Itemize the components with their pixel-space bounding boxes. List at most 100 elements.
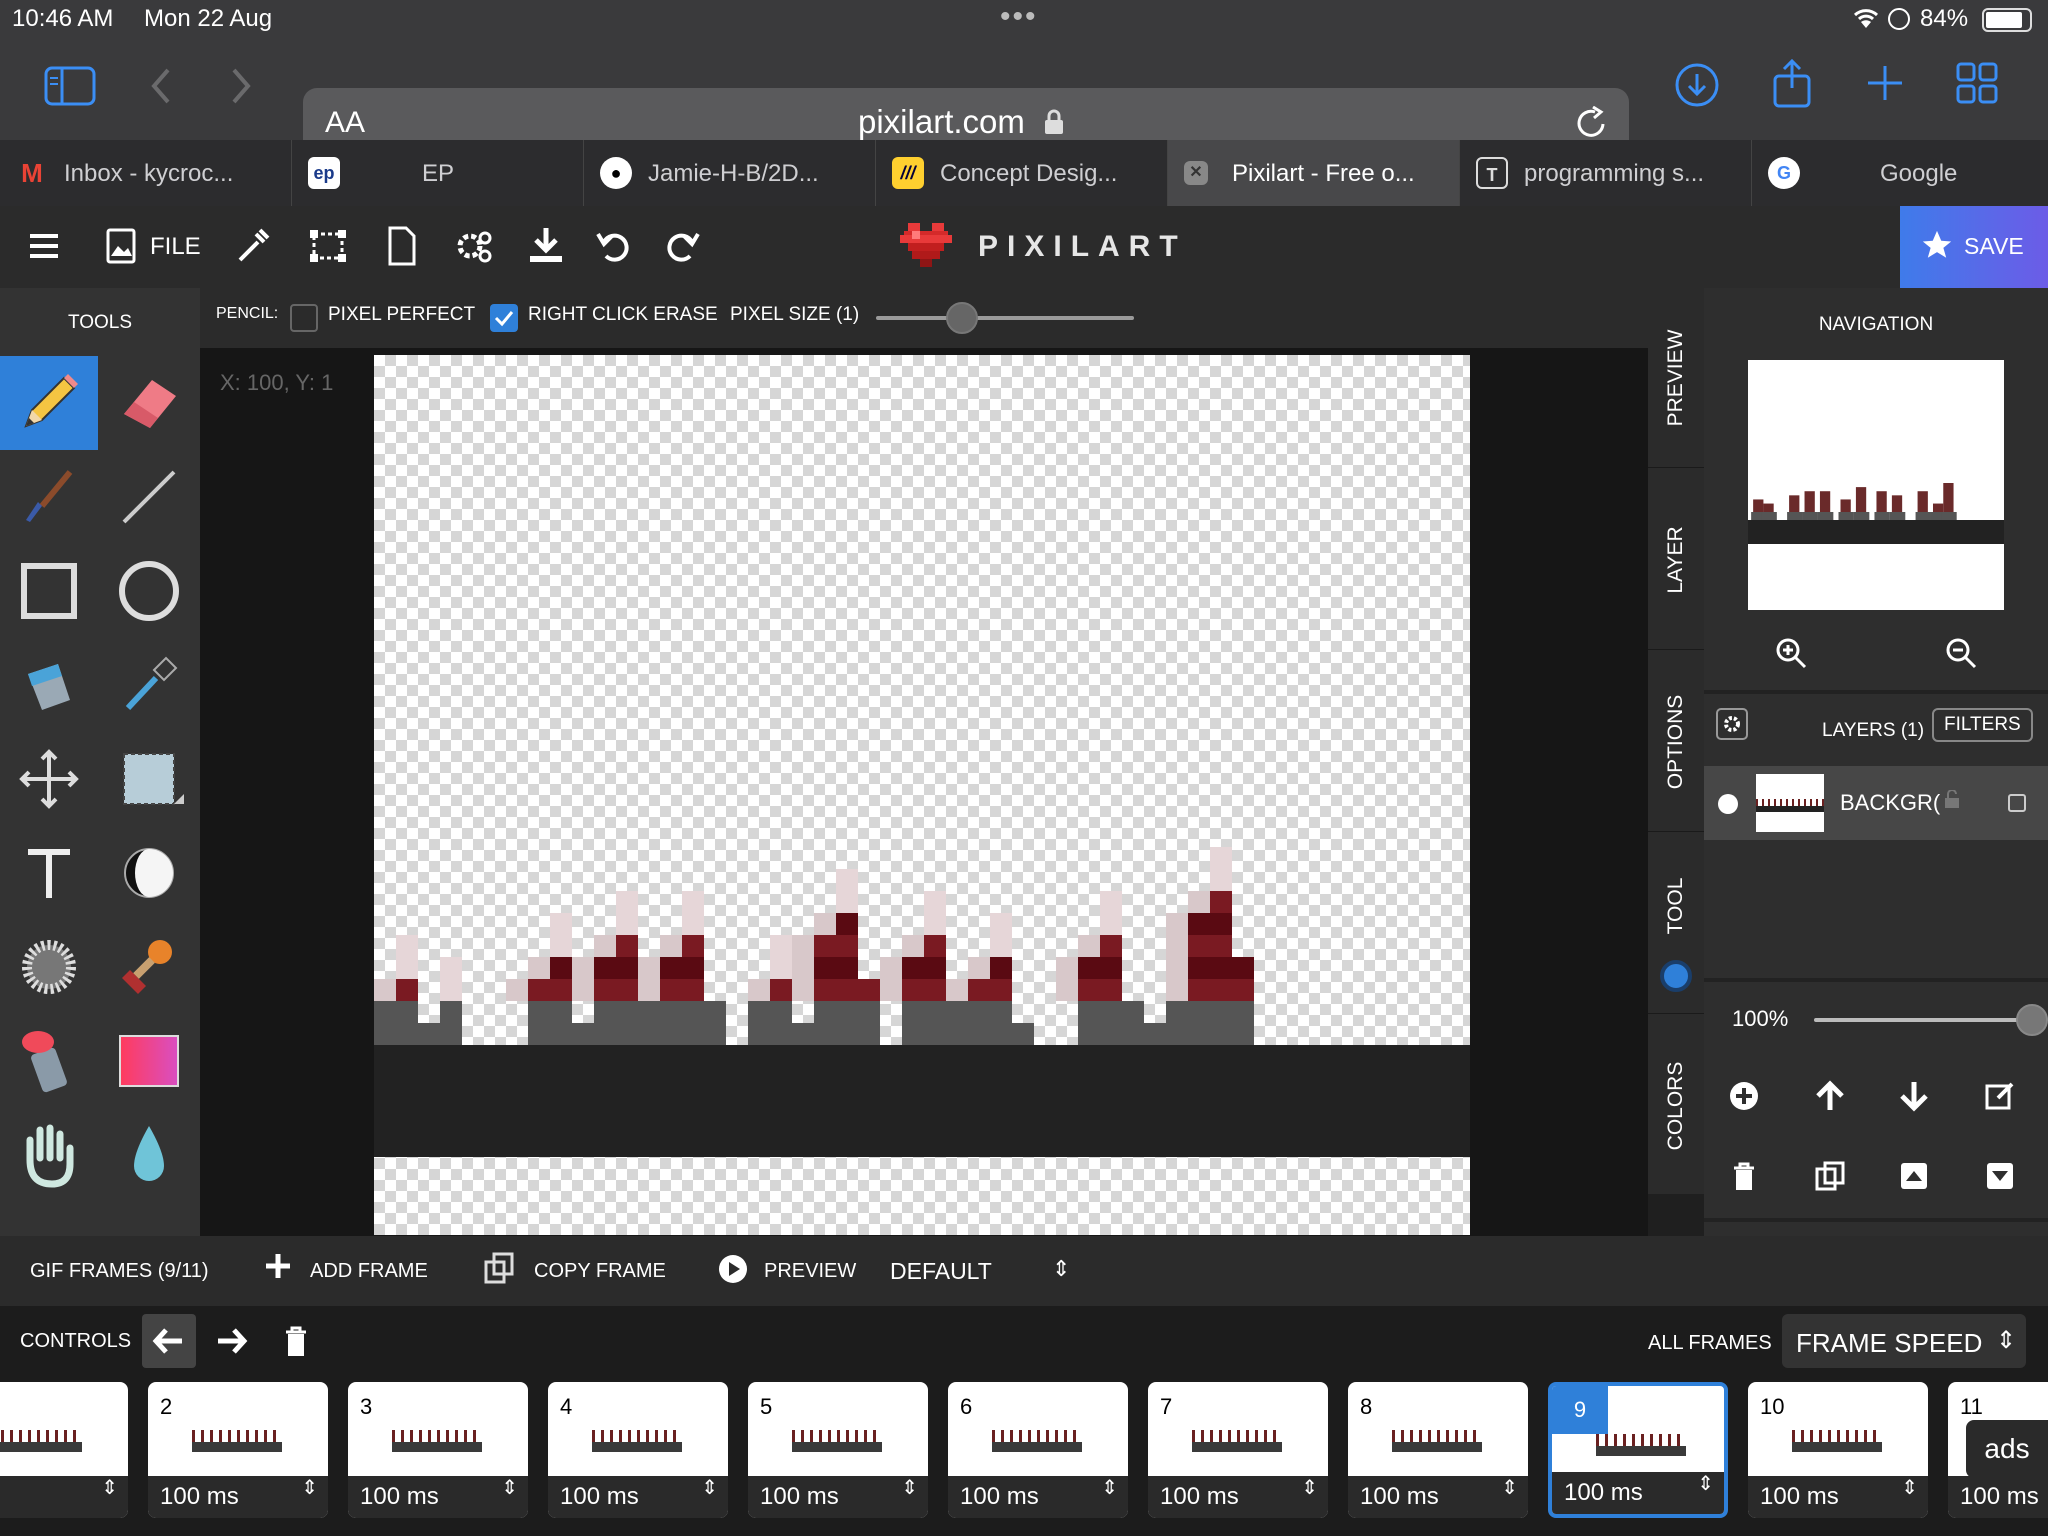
lighten-darken-tool[interactable] (100, 826, 198, 920)
move-tool[interactable] (0, 732, 98, 826)
color-picker-tool[interactable] (100, 638, 198, 732)
image-file-icon[interactable] (100, 224, 144, 268)
eyedropper-icon[interactable] (230, 224, 274, 268)
spray-tool[interactable] (0, 1014, 98, 1108)
zoom-in-icon[interactable] (1774, 636, 1808, 670)
merge-down-icon[interactable] (1984, 1160, 2016, 1192)
tab-github[interactable]: ● Jamie-H-B/2D... (584, 140, 876, 206)
frame-thumbnail[interactable]: 9 100 ms ⇕ (1548, 1382, 1728, 1518)
rectangle-tool[interactable] (0, 544, 98, 638)
tab-programming[interactable]: T programming s... (1460, 140, 1752, 206)
move-layer-down-icon[interactable] (1898, 1080, 1930, 1112)
layer-visibility-icon[interactable] (1718, 794, 1738, 814)
add-frame-button[interactable]: ADD FRAME (264, 1246, 434, 1296)
undo-icon[interactable] (592, 224, 636, 268)
ellipse-tool[interactable] (100, 544, 198, 638)
zoom-out-icon[interactable] (1944, 636, 1978, 670)
filters-button[interactable]: FILTERS (1932, 708, 2033, 742)
previous-frame-button[interactable] (142, 1314, 196, 1368)
layer-settings-icon[interactable] (1716, 708, 1748, 740)
line-tool[interactable] (100, 450, 198, 544)
opacity-slider-knob[interactable] (2016, 1004, 2048, 1036)
merge-up-icon[interactable] (1898, 1160, 1930, 1192)
tab-tool[interactable]: TOOL (1648, 834, 1704, 1014)
delete-frame-icon[interactable] (280, 1324, 312, 1358)
copy-frame-button[interactable]: COPY FRAME (484, 1246, 674, 1296)
reload-icon[interactable] (1575, 106, 1609, 142)
frame-thumbnail[interactable]: 8 100 ms ⇕ (1348, 1382, 1528, 1518)
playback-mode-select[interactable]: DEFAULT ⇕ (888, 1246, 1078, 1296)
move-layer-up-icon[interactable] (1814, 1080, 1846, 1112)
pixel-size-slider[interactable] (876, 316, 1134, 320)
pixel-perfect-checkbox[interactable] (290, 304, 318, 332)
tab-google[interactable]: G Google (1752, 140, 2048, 206)
duplicate-layer-icon[interactable] (1814, 1160, 1846, 1192)
fill-bucket-tool[interactable] (0, 638, 98, 732)
pixel-size-slider-knob[interactable] (946, 302, 978, 334)
tab-miro[interactable]: /// Concept Desig... (876, 140, 1168, 206)
delete-layer-icon[interactable] (1728, 1160, 1760, 1192)
dither-tool[interactable] (0, 920, 98, 1014)
frame-thumbnail[interactable]: 6 100 ms ⇕ (948, 1382, 1128, 1518)
frame-speed[interactable]: 100 ms⇕ (748, 1476, 928, 1518)
sidebar-toggle-icon[interactable] (44, 66, 96, 106)
frame-thumbnail[interactable]: 7 100 ms ⇕ (1148, 1382, 1328, 1518)
frame-thumbnail[interactable]: 10 100 ms ⇕ (1748, 1382, 1928, 1518)
url-text[interactable]: pixilart.com (858, 103, 1025, 141)
tab-colors[interactable]: COLORS (1648, 1016, 1704, 1196)
frame-thumbnail[interactable]: 5 100 ms ⇕ (748, 1382, 928, 1518)
tab-gmail[interactable]: M Inbox - kycroc... (0, 140, 292, 206)
forward-icon[interactable] (230, 66, 254, 106)
share-icon[interactable] (1772, 58, 1812, 108)
frame-thumbnail[interactable]: 2 100 ms ⇕ (148, 1382, 328, 1518)
frame-speed[interactable]: ms⇕ (0, 1476, 128, 1518)
frame-thumbnail[interactable]: ms⇕ (0, 1382, 128, 1518)
frame-speed[interactable]: 100 ms⇕ (948, 1476, 1128, 1518)
tab-pixilart[interactable]: ✕ Pixilart - Free o... (1168, 140, 1460, 206)
tab-layer[interactable]: LAYER (1648, 470, 1704, 650)
menu-icon[interactable] (22, 224, 66, 268)
frame-thumbnail[interactable]: 3 100 ms ⇕ (348, 1382, 528, 1518)
hand-tool[interactable] (0, 1108, 98, 1202)
close-tab-icon[interactable]: ✕ (1184, 161, 1208, 185)
settings-icon[interactable] (452, 224, 496, 268)
tab-options[interactable]: OPTIONS (1648, 652, 1704, 832)
stamp-tool[interactable] (100, 920, 198, 1014)
frame-speed[interactable]: 100 ms⇕ (548, 1476, 728, 1518)
frame-speed[interactable]: 100 ms⇕ (1552, 1472, 1724, 1514)
resize-canvas-icon[interactable] (306, 224, 350, 268)
tab-overview-icon[interactable] (1956, 62, 1998, 104)
drawing-canvas[interactable] (374, 355, 1470, 1235)
multitask-dots-icon[interactable]: ••• (1000, 0, 1038, 34)
edit-layer-icon[interactable] (1984, 1080, 2016, 1112)
frame-thumbnail[interactable]: 4 100 ms ⇕ (548, 1382, 728, 1518)
frame-speed[interactable]: 100 ms⇕ (1148, 1476, 1328, 1518)
frame-speed[interactable]: 100 ms⇕ (1348, 1476, 1528, 1518)
frame-speed[interactable]: 100 ms⇕ (1948, 1476, 2048, 1518)
new-tab-icon[interactable] (1866, 64, 1904, 102)
tab-preview[interactable]: PREVIEW (1648, 288, 1704, 468)
layer-row[interactable]: BACKGR( (1704, 766, 2048, 840)
layer-lock-icon[interactable] (1944, 790, 1960, 808)
save-button[interactable]: SAVE (1900, 206, 2048, 288)
file-menu-label[interactable]: FILE (150, 233, 201, 261)
next-frame-button[interactable] (204, 1314, 258, 1368)
redo-icon[interactable] (660, 224, 704, 268)
frame-speed[interactable]: 100 ms⇕ (348, 1476, 528, 1518)
text-tool[interactable] (0, 826, 98, 920)
frame-speed-select[interactable]: FRAME SPEED ⇕ (1782, 1314, 2026, 1368)
pencil-tool[interactable] (0, 356, 98, 450)
navigation-preview[interactable] (1748, 360, 2004, 610)
right-click-erase-checkbox[interactable] (490, 304, 518, 332)
blur-tool[interactable] (100, 1108, 198, 1202)
eraser-tool[interactable] (100, 356, 198, 450)
add-layer-icon[interactable] (1728, 1080, 1760, 1112)
select-tool[interactable] (100, 732, 198, 826)
preview-animation-button[interactable]: PREVIEW (718, 1246, 868, 1296)
frame-speed[interactable]: 100 ms⇕ (148, 1476, 328, 1518)
new-document-icon[interactable] (380, 224, 424, 268)
layer-select-checkbox[interactable] (2008, 794, 2026, 812)
back-icon[interactable] (148, 66, 172, 106)
tab-ep[interactable]: ep EP (292, 140, 584, 206)
downloads-icon[interactable] (1674, 62, 1720, 108)
